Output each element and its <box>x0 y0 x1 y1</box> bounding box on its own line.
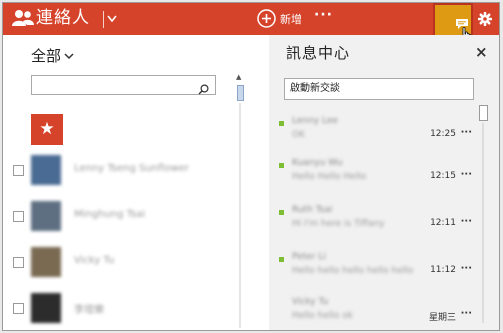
scrollbar-track[interactable] <box>482 123 484 323</box>
avatar <box>31 293 61 323</box>
unread-indicator <box>279 121 284 126</box>
contact-checkbox[interactable] <box>13 257 24 268</box>
conversation-item[interactable]: Vicky Tu Hello hello ok 星期三 ··· <box>279 297 474 330</box>
conversation-time: 12:15 <box>430 171 456 181</box>
avatar <box>31 201 61 231</box>
conversation-time: 12:25 <box>430 129 456 139</box>
conversation-name: Vicky Tu <box>292 297 329 307</box>
conversation-time: 星期三 <box>428 313 456 323</box>
scrollbar-track[interactable] <box>239 103 241 328</box>
more-options-button[interactable]: ··· <box>461 169 472 180</box>
contacts-pane: 全部 ★ Lenny Tseng Sunflower Minghung Tsai… <box>3 35 247 330</box>
close-button[interactable]: × <box>475 43 488 61</box>
scrollbar-thumb[interactable] <box>237 85 244 101</box>
scrollbar-thumb[interactable] <box>479 105 488 121</box>
unread-indicator <box>279 257 284 262</box>
gear-icon[interactable] <box>477 11 493 30</box>
more-options-button[interactable]: ··· <box>461 263 472 274</box>
contact-name: Minghung Tsai <box>74 209 146 220</box>
top-bar: 連絡人 新增 ··· <box>3 3 499 45</box>
new-label: 新增 <box>280 12 302 26</box>
panel-title: 訊息中心 <box>286 44 351 62</box>
contact-name: Vicky Tu <box>74 255 115 266</box>
conversation-preview: Hello hello hello hello hello <box>292 266 414 276</box>
conversation-item[interactable]: Lenny Lee OK 12:25 ··· <box>279 116 474 156</box>
more-options-button[interactable]: ··· <box>461 127 472 138</box>
conversation-preview: Hello hello ok <box>292 311 354 321</box>
contact-checkbox[interactable] <box>13 303 24 314</box>
contact-item[interactable]: Vicky Tu <box>13 247 238 277</box>
people-icon <box>12 8 34 32</box>
conversation-item[interactable]: Peter Li Hello hello hello hello hello 1… <box>279 252 474 292</box>
favorites-star-icon[interactable]: ★ <box>31 114 63 145</box>
conversation-time: 11:12 <box>430 265 456 275</box>
conversation-name: Kuanyu Wu <box>292 158 343 168</box>
app-title[interactable]: 連絡人 <box>36 7 90 29</box>
more-options-button[interactable]: ··· <box>314 7 333 23</box>
conversation-item[interactable]: Kuanyu Wu Hello Hello Hello 12:15 ··· <box>279 158 474 198</box>
contact-name: 李增樂 <box>74 305 104 316</box>
new-button[interactable]: 新增 <box>257 9 302 28</box>
contact-checkbox[interactable] <box>13 165 24 176</box>
messaging-pane: 訊息中心 × 啟動新交談 Lenny Lee OK 12:25 ··· Kuan… <box>269 35 499 330</box>
conversation-preview: Hi I'm here is Tiffany <box>292 219 385 229</box>
filter-dropdown[interactable]: 全部 <box>31 45 74 66</box>
conversation-time: 12:11 <box>430 218 456 228</box>
conversation-name: Lenny Lee <box>292 116 338 126</box>
search-input[interactable] <box>31 75 216 95</box>
app-window: 連絡人 新增 ··· 全部 ★ Lenny Tseng Sunflower Mi… <box>2 2 500 331</box>
search-icon[interactable] <box>198 80 209 99</box>
plus-circle-icon <box>257 9 276 28</box>
unread-indicator <box>279 210 284 215</box>
conversation-item[interactable]: Ruth Tsai Hi I'm here is Tiffany 12:11 ·… <box>279 205 474 245</box>
contacts-scrollbar[interactable]: ▲ <box>236 73 245 330</box>
conversation-name: Ruth Tsai <box>292 205 333 215</box>
filter-label: 全部 <box>31 47 62 65</box>
scroll-up-icon[interactable]: ▲ <box>236 73 241 81</box>
contact-item[interactable]: Lenny Tseng Sunflower <box>13 155 238 185</box>
contact-item[interactable]: 李增樂 <box>13 293 238 323</box>
chevron-down-icon <box>64 52 74 59</box>
avatar <box>31 247 61 277</box>
new-conversation-input[interactable]: 啟動新交談 <box>284 78 474 100</box>
contact-name: Lenny Tseng Sunflower <box>74 163 189 174</box>
chevron-down-icon[interactable] <box>107 10 117 32</box>
contact-item[interactable]: Minghung Tsai <box>13 201 238 231</box>
contact-checkbox[interactable] <box>13 211 24 222</box>
title-separator <box>103 11 104 28</box>
conversation-preview: OK <box>292 130 305 140</box>
conversation-name: Peter Li <box>292 252 326 262</box>
more-options-button[interactable]: ··· <box>461 308 472 319</box>
avatar <box>31 155 61 185</box>
conversation-preview: Hello Hello Hello <box>292 172 367 182</box>
messages-scrollbar[interactable] <box>478 103 489 330</box>
more-options-button[interactable]: ··· <box>461 216 472 227</box>
unread-indicator <box>279 163 284 168</box>
